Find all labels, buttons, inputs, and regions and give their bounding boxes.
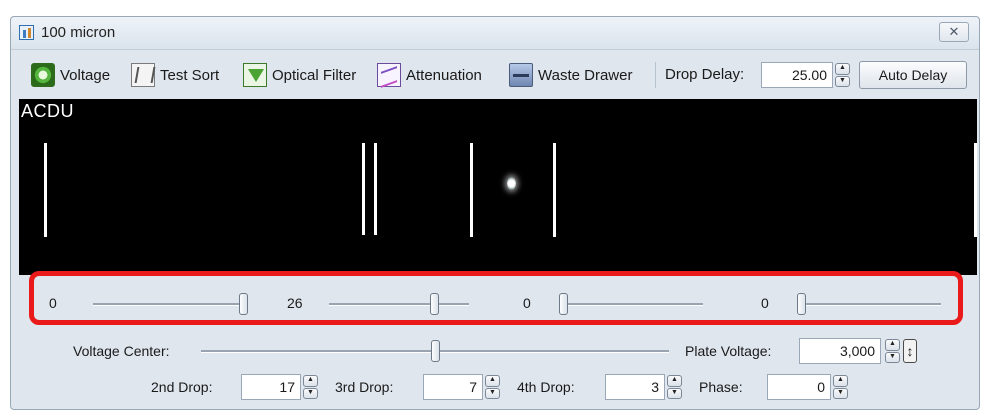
attenuation-icon <box>377 63 401 87</box>
drop-stream-line <box>553 143 556 237</box>
voltage-center-thumb[interactable] <box>431 340 440 362</box>
plate-voltage-input[interactable]: 3,000 <box>799 338 881 364</box>
droplet-camera-view: ACDU <box>19 99 977 275</box>
slider-highlight-box <box>29 271 963 325</box>
slider-4-thumb[interactable] <box>797 293 806 315</box>
waste-drawer-button[interactable]: Waste Drawer <box>509 62 632 88</box>
spinner-down-icon[interactable]: ▼ <box>835 75 850 87</box>
slider-1-thumb[interactable] <box>239 293 248 315</box>
attenuation-button[interactable]: Attenuation <box>377 62 482 88</box>
voltage-icon <box>31 63 55 87</box>
app-icon <box>19 25 34 40</box>
spinner-up-icon[interactable]: ▲ <box>667 375 682 387</box>
voltage-center-label: Voltage Center: <box>73 343 170 359</box>
voltage-label: Voltage <box>60 66 111 84</box>
slider-3-thumb[interactable] <box>559 293 568 315</box>
spinner-up-icon[interactable]: ▲ <box>885 339 900 351</box>
droplet-spot <box>507 177 516 190</box>
slider-3-track[interactable] <box>563 303 703 306</box>
test-sort-icon <box>131 63 155 87</box>
fourth-drop-input[interactable]: 3 <box>605 374 665 400</box>
slider-3-value: 0 <box>523 295 531 311</box>
optical-filter-button[interactable]: Optical Filter <box>243 62 356 88</box>
fourth-drop-spinner[interactable]: ▲ ▼ <box>667 375 682 399</box>
phase-input[interactable]: 0 <box>767 374 831 400</box>
pin-icon[interactable]: ↕ <box>903 339 917 363</box>
second-drop-spinner[interactable]: ▲ ▼ <box>303 375 318 399</box>
plate-voltage-spinner[interactable]: ▲ ▼ <box>885 339 900 363</box>
spinner-up-icon[interactable]: ▲ <box>833 375 848 387</box>
spinner-down-icon[interactable]: ▼ <box>303 387 318 399</box>
drop-stream-line <box>44 143 47 237</box>
drop-stream-line <box>374 143 377 235</box>
drop-delay-spinner[interactable]: ▲ ▼ <box>835 63 850 87</box>
plate-voltage-label: Plate Voltage: <box>685 343 772 359</box>
drop-stream-line <box>362 143 365 235</box>
spinner-down-icon[interactable]: ▼ <box>485 387 500 399</box>
sort-window: 100 micron ✕ Voltage Test Sort Optical F… <box>10 16 980 410</box>
spinner-up-icon[interactable]: ▲ <box>485 375 500 387</box>
slider-4-value: 0 <box>761 295 769 311</box>
voltage-button[interactable]: Voltage <box>31 62 110 88</box>
title-bar: 100 micron ✕ <box>11 17 979 50</box>
spinner-down-icon[interactable]: ▼ <box>885 351 900 363</box>
optical-filter-icon <box>243 63 267 87</box>
close-icon: ✕ <box>948 24 960 39</box>
second-drop-label: 2nd Drop: <box>151 379 213 395</box>
spinner-up-icon[interactable]: ▲ <box>835 63 850 75</box>
close-button[interactable]: ✕ <box>939 22 969 42</box>
slider-2-track[interactable] <box>329 303 469 306</box>
third-drop-spinner[interactable]: ▲ ▼ <box>485 375 500 399</box>
camera-label: ACDU <box>21 101 75 121</box>
phase-label: Phase: <box>699 379 743 395</box>
slider-1-value: 0 <box>49 295 57 311</box>
drop-delay-label: Drop Delay: <box>665 66 745 83</box>
slider-2-value: 26 <box>287 295 303 311</box>
attenuation-label: Attenuation <box>406 66 482 84</box>
optical-filter-label: Optical Filter <box>272 66 357 84</box>
waste-drawer-icon <box>509 63 533 87</box>
waste-drawer-label: Waste Drawer <box>538 66 633 84</box>
spinner-up-icon[interactable]: ▲ <box>303 375 318 387</box>
third-drop-label: 3rd Drop: <box>335 379 394 395</box>
drop-stream-line <box>974 143 977 237</box>
test-sort-label: Test Sort <box>160 66 220 84</box>
second-drop-input[interactable]: 17 <box>241 374 301 400</box>
drop-delay-input[interactable]: 25.00 <box>761 62 833 88</box>
window-title: 100 micron <box>41 24 116 41</box>
phase-spinner[interactable]: ▲ ▼ <box>833 375 848 399</box>
spinner-down-icon[interactable]: ▼ <box>833 387 848 399</box>
test-sort-button[interactable]: Test Sort <box>131 62 219 88</box>
drop-stream-line <box>470 143 473 237</box>
slider-2-thumb[interactable] <box>430 293 439 315</box>
toolbar-separator <box>655 62 656 88</box>
fourth-drop-label: 4th Drop: <box>517 379 575 395</box>
slider-1-track[interactable] <box>93 303 243 306</box>
toolbar: Voltage Test Sort Optical Filter Attenua… <box>11 53 979 97</box>
spinner-down-icon[interactable]: ▼ <box>667 387 682 399</box>
third-drop-input[interactable]: 7 <box>423 374 483 400</box>
slider-4-track[interactable] <box>801 303 941 306</box>
auto-delay-button[interactable]: Auto Delay <box>859 61 967 89</box>
